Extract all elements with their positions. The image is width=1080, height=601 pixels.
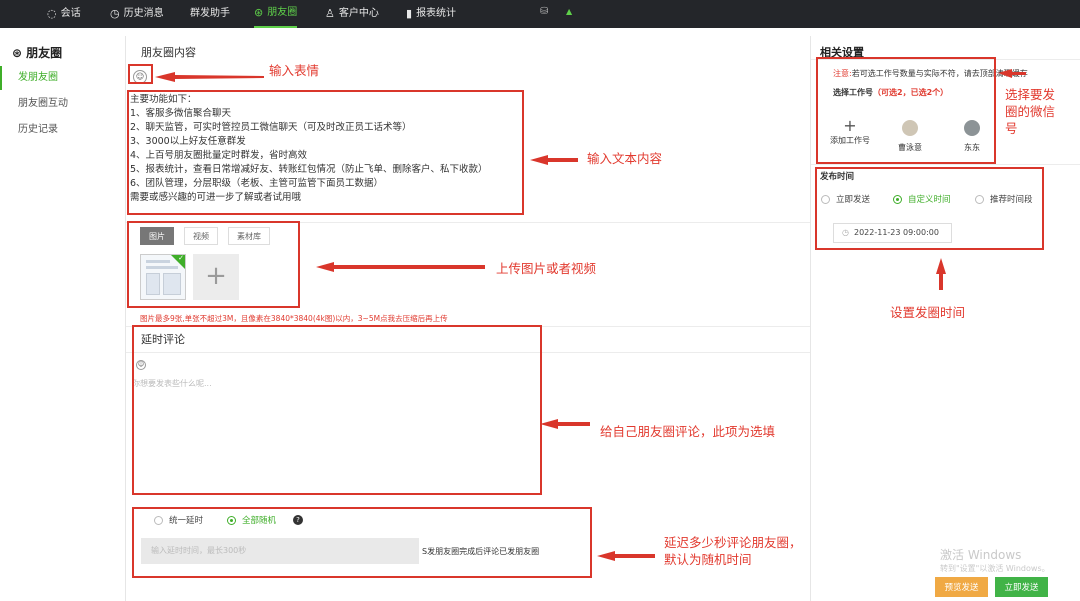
arrow-time — [936, 258, 946, 290]
annotation-delay: 延迟多少秒评论朋友圈，默认为随机时间 — [664, 535, 802, 567]
arrow-upload — [316, 262, 485, 272]
annotation-time: 设置发圈时间 — [890, 305, 966, 320]
arrow-account — [998, 69, 1026, 78]
annotation-account: 选择要发圈的微信号 — [1005, 87, 1056, 136]
arrow-text — [530, 155, 578, 165]
arrow-delay — [597, 551, 655, 561]
annotation-upload: 上传图片或者视频 — [496, 261, 597, 276]
arrow-emoji — [155, 72, 264, 82]
annotation-text: 输入文本内容 — [587, 151, 663, 166]
annotation-arrows — [155, 69, 1026, 561]
annotation-emoji: 输入表情 — [269, 63, 320, 78]
arrow-comment — [540, 419, 590, 429]
annotation-comment: 给自己朋友圈评论，此项为选填 — [600, 424, 776, 439]
